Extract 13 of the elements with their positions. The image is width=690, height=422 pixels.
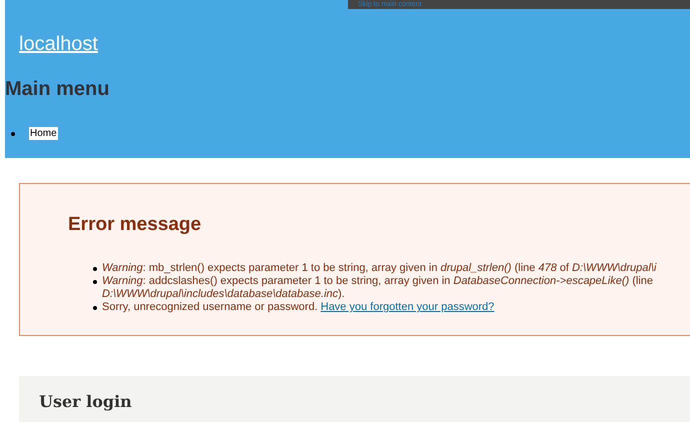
login-heading: User login xyxy=(39,392,133,411)
error-text: Sorry, unrecognized username or password. xyxy=(102,301,318,313)
bullet-icon xyxy=(93,306,97,310)
menu-link[interactable]: Home xyxy=(29,127,58,140)
site-name-link[interactable]: localhost xyxy=(19,33,98,56)
menu-heading: Main menu xyxy=(5,78,110,101)
error-text: Warning: addcslashes() expects parameter 1 to be string, array given in DatabaseConnection->escapeLike() (line D:\WWW\drupal\includes\database\database.inc). xyxy=(102,275,654,300)
bullet-icon xyxy=(93,280,97,284)
bullet-icon xyxy=(93,267,97,271)
error-heading: Error message xyxy=(68,214,202,236)
bullet-icon xyxy=(11,132,15,136)
error-text: Warning: mb_strlen() expects parameter 1 to be string, array given in drupal_strlen() (line 478 of D:\WWW\drupal\i xyxy=(102,262,656,274)
forgot-password-link[interactable]: Have you forgotten your password? xyxy=(320,301,494,313)
